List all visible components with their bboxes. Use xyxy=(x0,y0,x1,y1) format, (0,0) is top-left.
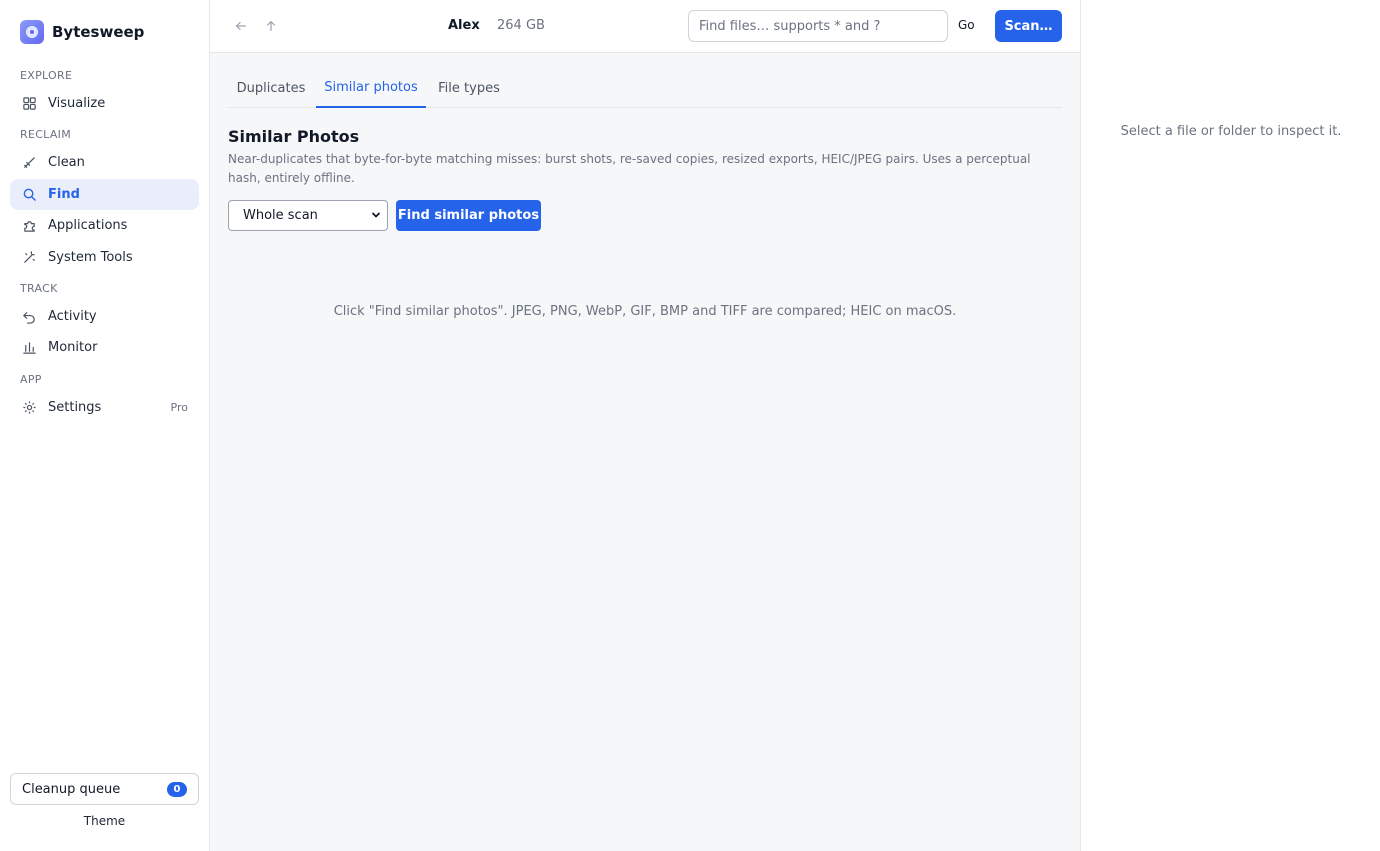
undo-icon xyxy=(22,309,37,324)
section-label-explore: EXPLORE xyxy=(20,69,73,82)
main-panel: Alex 264 GB Go Scan… Duplicates Similar … xyxy=(210,0,1080,851)
app-name: Bytesweep xyxy=(52,23,145,41)
up-arrow-icon[interactable] xyxy=(263,18,279,34)
cleanup-queue-label: Cleanup queue xyxy=(22,781,121,797)
search-icon xyxy=(22,187,37,202)
gear-icon xyxy=(22,400,37,415)
sidebar-item-find[interactable]: Find xyxy=(10,179,199,210)
pro-badge: Pro xyxy=(170,401,188,414)
theme-toggle[interactable]: Theme xyxy=(0,814,209,828)
scan-button[interactable]: Scan… xyxy=(995,10,1062,42)
sidebar-item-label: Activity xyxy=(48,309,97,324)
sidebar-item-visualize[interactable]: Visualize xyxy=(10,88,199,119)
page-description: Near-duplicates that byte-for-byte match… xyxy=(228,152,1031,185)
topbar: Alex 264 GB Go Scan… xyxy=(210,0,1080,53)
tab-bar: Duplicates Similar photos File types xyxy=(228,68,1062,108)
sidebar-item-label: Applications xyxy=(48,218,128,233)
cleanup-queue-count: 0 xyxy=(167,782,187,797)
location-name: Alex xyxy=(448,18,480,33)
sidebar-item-settings[interactable]: Settings Pro xyxy=(10,392,199,423)
wand-icon xyxy=(22,250,37,265)
tab-duplicates[interactable]: Duplicates xyxy=(228,68,314,108)
section-label-app: APP xyxy=(20,373,42,386)
bar-chart-icon xyxy=(22,340,37,355)
location-size: 264 GB xyxy=(497,18,545,33)
puzzle-icon xyxy=(22,218,37,233)
sidebar-item-label: Visualize xyxy=(48,96,106,111)
sidebar: Bytesweep EXPLORE Visualize RECLAIM Clea… xyxy=(0,0,210,851)
app-logo-icon xyxy=(20,20,44,44)
sidebar-item-applications[interactable]: Applications xyxy=(10,210,199,241)
chevron-down-icon xyxy=(372,212,380,218)
sidebar-item-monitor[interactable]: Monitor xyxy=(10,332,199,363)
go-button[interactable]: Go xyxy=(958,18,975,32)
sidebar-item-label: Clean xyxy=(48,155,85,170)
sidebar-item-label: Find xyxy=(48,187,80,202)
empty-state-hint: Click "Find similar photos". JPEG, PNG, … xyxy=(333,304,957,319)
find-similar-photos-button[interactable]: Find similar photos xyxy=(396,200,541,231)
scope-select-value: Whole scan xyxy=(243,208,318,223)
inspector-hint: Select a file or folder to inspect it. xyxy=(1120,124,1342,139)
sidebar-item-label: System Tools xyxy=(48,250,133,265)
sidebar-item-label: Monitor xyxy=(48,340,98,355)
brand: Bytesweep xyxy=(20,20,144,44)
broom-icon xyxy=(22,155,37,170)
inspector-panel: Select a file or folder to inspect it. xyxy=(1080,0,1380,851)
page-title: Similar Photos xyxy=(228,127,360,146)
sidebar-item-label: Settings xyxy=(48,400,102,415)
section-label-reclaim: RECLAIM xyxy=(20,128,72,141)
cleanup-queue-button[interactable]: Cleanup queue 0 xyxy=(10,773,199,805)
section-label-track: TRACK xyxy=(20,282,58,295)
sidebar-item-activity[interactable]: Activity xyxy=(10,301,199,332)
sidebar-item-system-tools[interactable]: System Tools xyxy=(10,242,199,273)
tab-similar-photos[interactable]: Similar photos xyxy=(316,68,426,108)
scope-select[interactable]: Whole scan xyxy=(228,200,388,231)
sidebar-item-clean[interactable]: Clean xyxy=(10,147,199,178)
tab-file-types[interactable]: File types xyxy=(428,68,510,108)
back-arrow-icon[interactable] xyxy=(233,18,249,34)
search-input[interactable] xyxy=(688,10,948,42)
grid-icon xyxy=(22,96,37,111)
